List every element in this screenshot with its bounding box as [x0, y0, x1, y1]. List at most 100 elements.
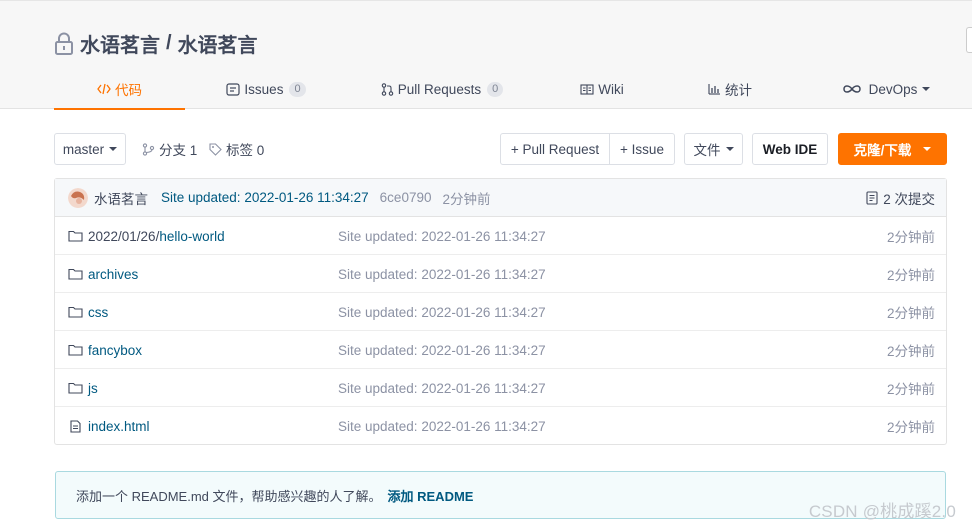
file-commit-time: 2分钟前 [886, 420, 935, 435]
file-name: js [88, 380, 98, 396]
table-row: 2022/01/26/hello-world Site updated: 202… [55, 217, 946, 255]
file-name: hello-world [159, 228, 225, 244]
repo-owner-link[interactable]: 水语茗言 [80, 29, 160, 58]
commit-message[interactable]: Site updated: 2022-01-26 11:34:27 [161, 190, 369, 205]
tab-stats[interactable]: 统计 [705, 69, 755, 109]
file-name-link[interactable]: 2022/01/26/hello-world [68, 217, 225, 255]
repo-title: 水语茗言 / 水语茗言 [54, 29, 258, 58]
tab-wiki-label: Wiki [598, 81, 624, 97]
commit-author[interactable]: 水语茗言 [94, 188, 148, 208]
lock-icon [55, 32, 73, 55]
tab-devops[interactable]: DevOps [840, 69, 932, 109]
web-ide-button[interactable]: Web IDE [752, 133, 828, 165]
avatar[interactable] [68, 187, 88, 208]
repo-tabs: 代码 Issues 0 Pull Requests 0 Wiki 统计 DevO… [54, 69, 946, 110]
commit-history-icon [866, 191, 878, 205]
issues-count-badge: 0 [289, 81, 306, 97]
side-panel-handle[interactable] [966, 27, 972, 53]
folder-icon [68, 382, 83, 394]
file-menu-label: 文件 [693, 143, 721, 158]
file-name: index.html [88, 418, 150, 434]
table-row: css Site updated: 2022-01-26 11:34:27 2分… [55, 293, 946, 331]
file-commit-message[interactable]: Site updated: 2022-01-26 11:34:27 [338, 369, 546, 407]
tags-link[interactable]: 标签 0 [209, 133, 264, 165]
pull-requests-count-badge: 0 [487, 81, 504, 97]
wiki-icon [580, 83, 594, 95]
branches-link[interactable]: 分支 1 [142, 133, 197, 165]
file-commit-message[interactable]: Site updated: 2022-01-26 11:34:27 [338, 293, 546, 331]
tab-issues-label: Issues [244, 81, 284, 97]
code-icon [97, 83, 111, 94]
tab-issues[interactable]: Issues 0 [226, 69, 306, 109]
file-name-link[interactable]: fancybox [68, 331, 142, 369]
avatar-image [68, 187, 88, 208]
table-row: index.html Site updated: 2022-01-26 11:3… [55, 407, 946, 445]
file-commit-message[interactable]: Site updated: 2022-01-26 11:34:27 [338, 407, 546, 445]
tab-stats-label: 统计 [725, 83, 752, 98]
tab-devops-label: DevOps [868, 81, 918, 97]
commit-count-label: 2 次提交 [883, 192, 935, 207]
chevron-down-icon [109, 147, 118, 151]
tab-pull-requests-label: Pull Requests [397, 81, 482, 97]
file-commit-message[interactable]: Site updated: 2022-01-26 11:34:27 [338, 331, 546, 369]
tab-code[interactable]: 代码 [54, 69, 185, 110]
new-pull-request-button[interactable]: + Pull Request [500, 133, 610, 165]
latest-commit-bar: 水语茗言 Site updated: 2022-01-26 11:34:27 6… [55, 179, 946, 217]
file-icon [70, 419, 81, 433]
tags-label: 标签 0 [226, 143, 265, 158]
file-commit-time: 2分钟前 [886, 230, 935, 245]
file-commit-time: 2分钟前 [886, 344, 935, 359]
new-issue-button[interactable]: + Issue [609, 133, 675, 165]
commit-sha[interactable]: 6ce0790 [380, 190, 432, 205]
table-row: js Site updated: 2022-01-26 11:34:27 2分钟… [55, 369, 946, 407]
tab-code-label: 代码 [115, 82, 142, 98]
file-name-link[interactable]: index.html [68, 407, 150, 445]
repo-toolbar: master 分支 1 标签 0 + Pull Request + Issue … [54, 133, 947, 165]
tag-icon [209, 142, 222, 156]
file-name: css [88, 304, 109, 320]
chart-icon [708, 84, 720, 95]
repo-header: 水语茗言 / 水语茗言 代码 Issues 0 Pull Requests 0 … [0, 0, 972, 110]
new-issue-label: + Issue [620, 141, 664, 157]
clone-download-button[interactable]: 克隆/下载 [838, 133, 947, 165]
file-commit-message[interactable]: Site updated: 2022-01-26 11:34:27 [338, 255, 546, 293]
issues-icon [226, 82, 241, 96]
add-readme-link[interactable]: 添加 README [388, 486, 474, 505]
file-name-link[interactable]: js [68, 369, 98, 407]
tab-wiki[interactable]: Wiki [574, 69, 630, 109]
file-list: 水语茗言 Site updated: 2022-01-26 11:34:27 6… [54, 178, 947, 445]
commit-count-link[interactable]: 2 次提交 [866, 179, 935, 217]
readme-tip-text: 添加一个 README.md 文件，帮助感兴趣的人了解。 [76, 488, 382, 504]
folder-icon [68, 268, 83, 280]
branches-label: 分支 1 [159, 143, 198, 158]
chevron-down-icon [923, 147, 932, 151]
folder-icon [68, 230, 83, 242]
file-commit-message[interactable]: Site updated: 2022-01-26 11:34:27 [338, 217, 546, 255]
watermark: CSDN @桃成蹊2.0 [808, 502, 956, 521]
branch-select[interactable]: master [54, 133, 126, 165]
repo-name-link[interactable]: 水语茗言 [178, 29, 258, 58]
pull-request-icon [381, 82, 394, 96]
file-name-link[interactable]: archives [68, 255, 138, 293]
table-row: fancybox Site updated: 2022-01-26 11:34:… [55, 331, 946, 369]
branch-select-value: master [62, 141, 105, 157]
clone-download-label: 克隆/下载 [853, 143, 912, 158]
file-commit-time: 2分钟前 [886, 306, 935, 321]
file-commit-time: 2分钟前 [886, 382, 935, 397]
file-menu-button[interactable]: 文件 [684, 133, 743, 165]
file-name: archives [88, 266, 139, 282]
file-commit-time: 2分钟前 [886, 268, 935, 283]
tab-pull-requests[interactable]: Pull Requests 0 [378, 69, 506, 109]
new-pull-request-label: + Pull Request [510, 141, 600, 157]
folder-icon [68, 344, 83, 356]
repo-separator: / [166, 32, 172, 54]
table-row: archives Site updated: 2022-01-26 11:34:… [55, 255, 946, 293]
chevron-down-icon [725, 147, 734, 151]
commit-time: 2分钟前 [442, 191, 491, 207]
infinity-icon [842, 85, 861, 93]
branch-icon [142, 142, 155, 156]
file-name-link[interactable]: css [68, 293, 108, 331]
chevron-down-icon [922, 87, 931, 91]
file-path-prefix: 2022/01/26/ [88, 228, 160, 244]
folder-icon [68, 306, 83, 318]
